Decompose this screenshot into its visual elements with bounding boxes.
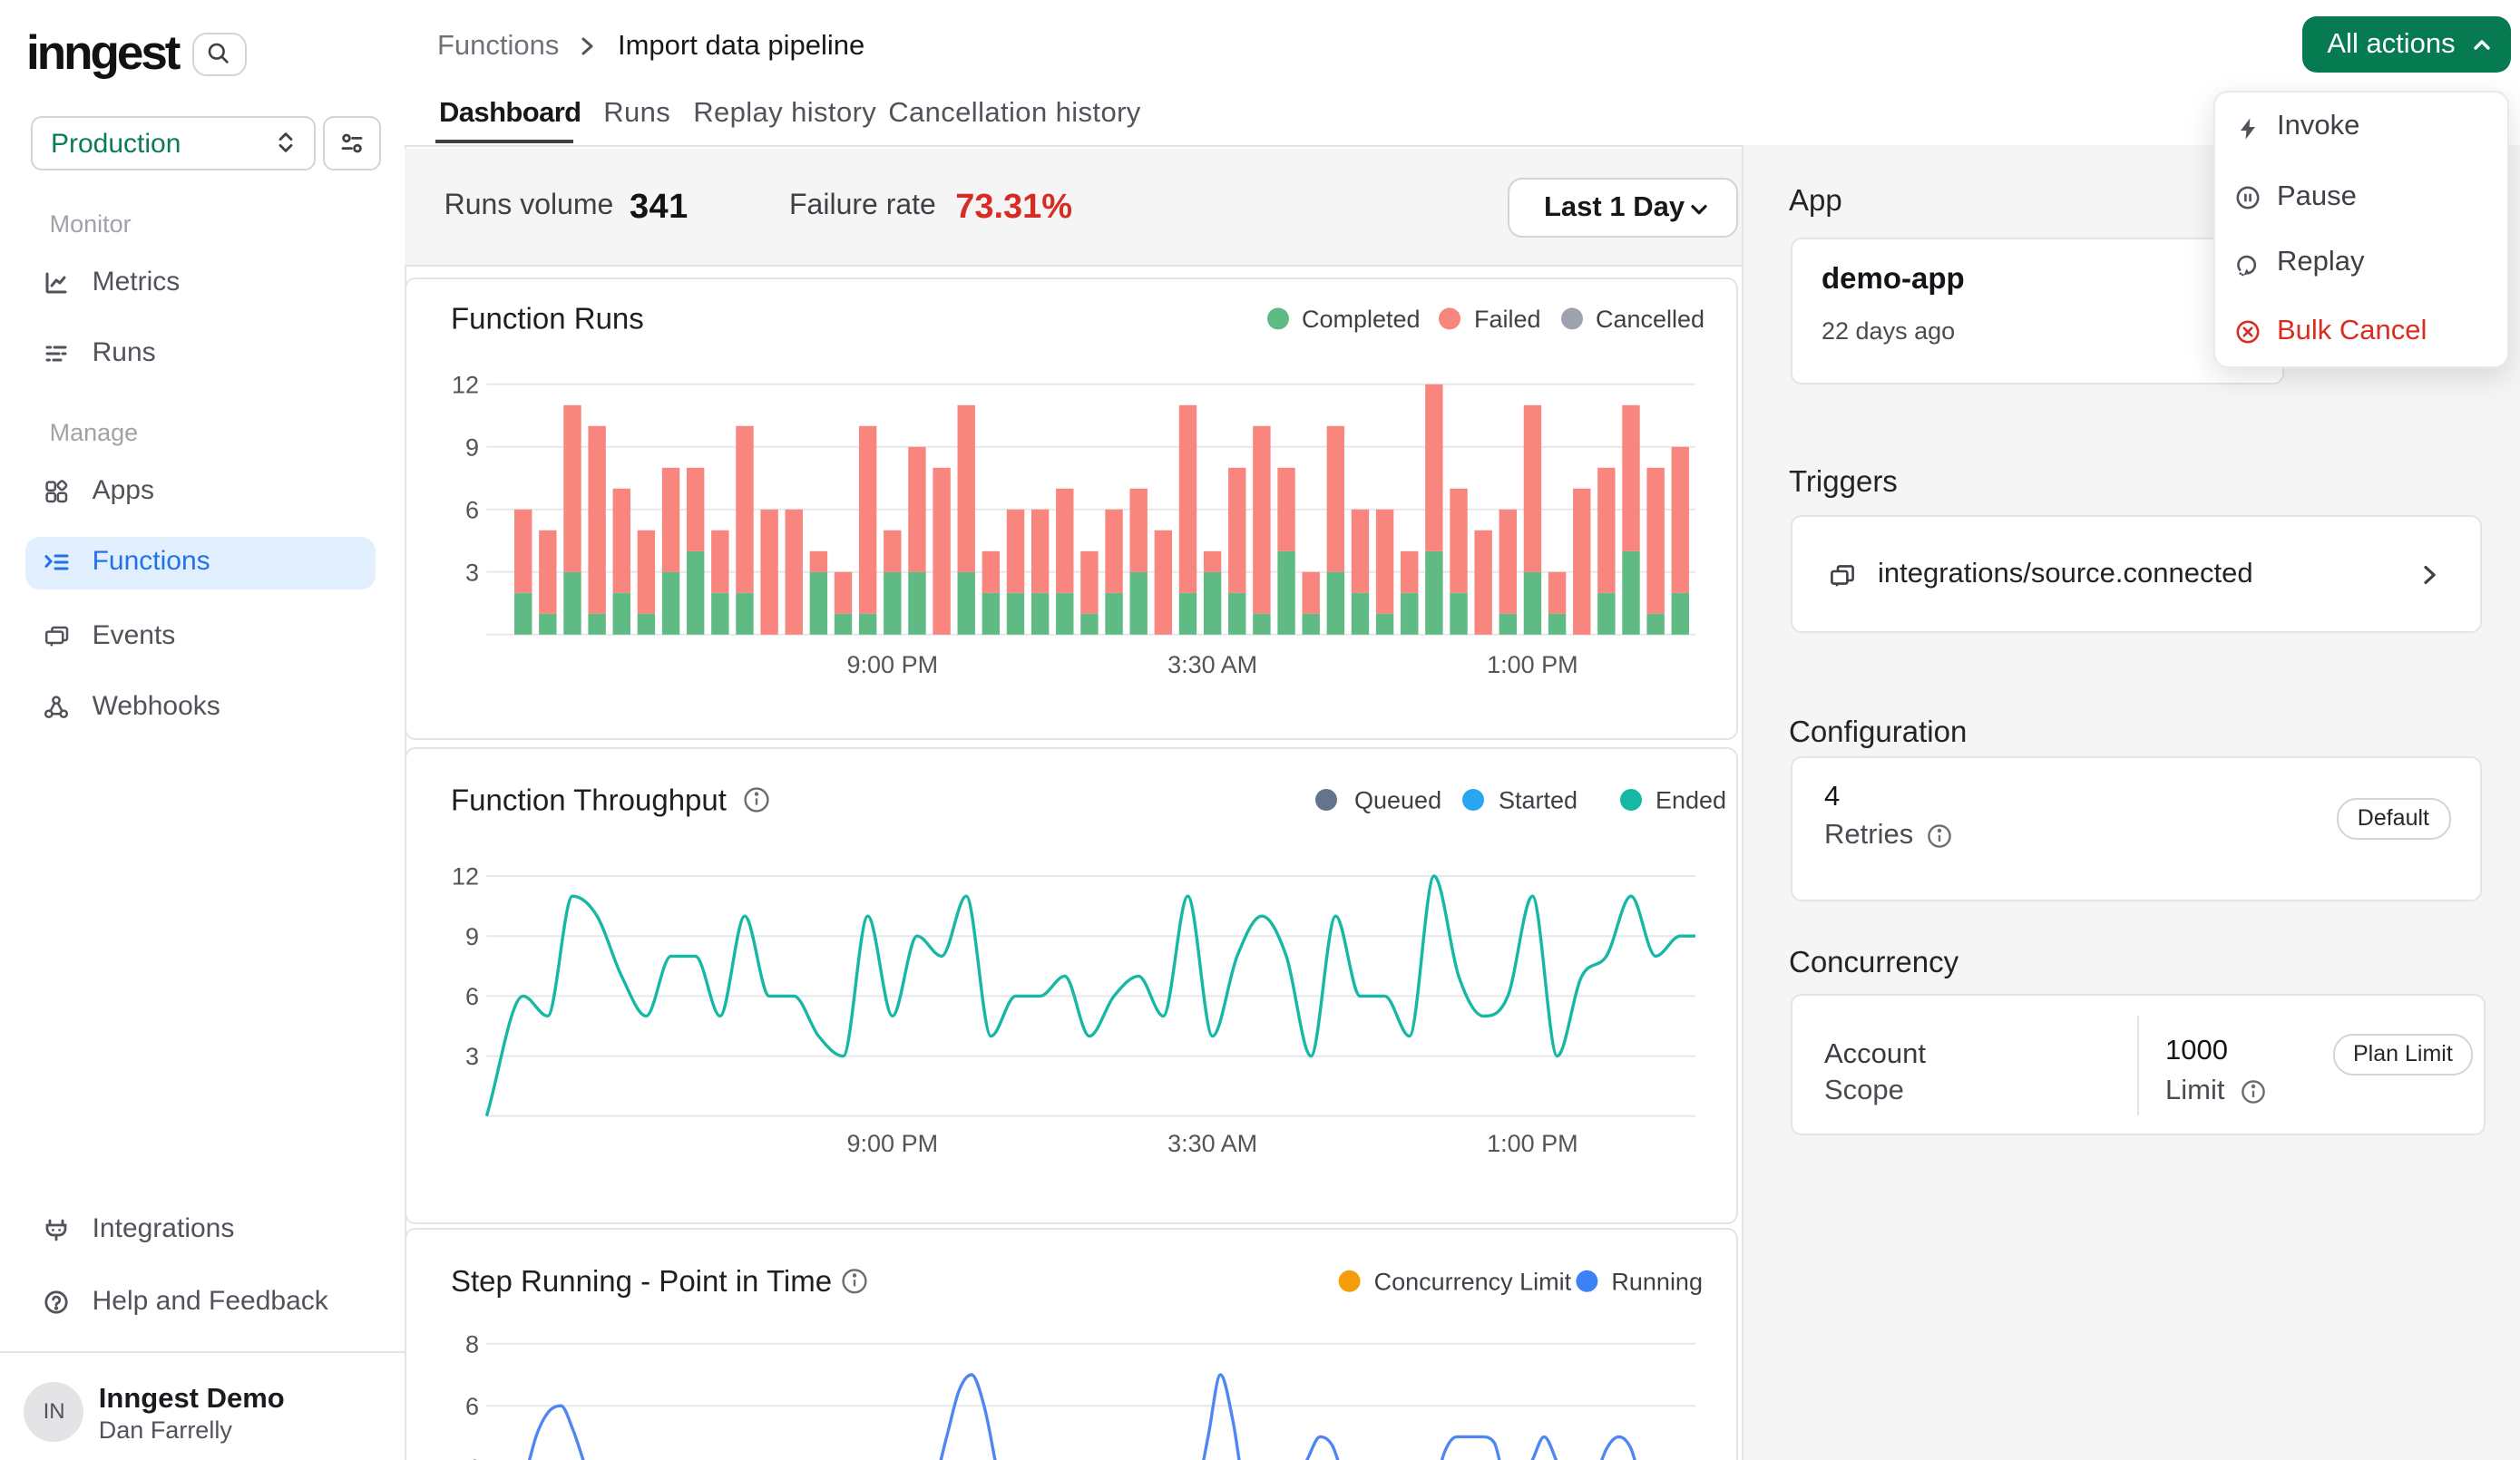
svg-text:Function Throughput: Function Throughput: [450, 783, 726, 816]
svg-text:Failed: Failed: [1473, 306, 1540, 333]
svg-text:Completed: Completed: [1301, 306, 1420, 333]
svg-text:4: 4: [464, 1455, 478, 1460]
svg-text:12: 12: [451, 863, 478, 891]
svg-text:8: 8: [464, 1330, 478, 1358]
svg-text:Step Running - Point in Time: Step Running - Point in Time: [450, 1264, 831, 1298]
svg-text:Cancelled: Cancelled: [1595, 306, 1704, 333]
svg-text:6: 6: [464, 1393, 478, 1420]
svg-text:9:00 PM: 9:00 PM: [846, 651, 938, 678]
svg-text:1:00 PM: 1:00 PM: [1486, 651, 1577, 678]
svg-text:Concurrency Limit: Concurrency Limit: [1373, 1268, 1571, 1295]
svg-text:Function Runs: Function Runs: [450, 301, 643, 335]
svg-text:Started: Started: [1498, 787, 1577, 814]
svg-text:3:30 AM: 3:30 AM: [1167, 1130, 1256, 1157]
svg-text:9: 9: [464, 433, 478, 461]
svg-text:3: 3: [464, 559, 478, 586]
svg-text:6: 6: [464, 496, 478, 523]
svg-text:9: 9: [464, 923, 478, 950]
svg-text:1:00 PM: 1:00 PM: [1486, 1130, 1577, 1157]
svg-text:Queued: Queued: [1353, 787, 1441, 814]
svg-text:3:30 AM: 3:30 AM: [1167, 651, 1256, 678]
svg-text:Ended: Ended: [1655, 787, 1725, 814]
svg-text:9:00 PM: 9:00 PM: [846, 1130, 938, 1157]
svg-text:6: 6: [464, 983, 478, 1010]
svg-text:12: 12: [451, 371, 478, 398]
svg-text:Running: Running: [1610, 1268, 1702, 1295]
svg-text:3: 3: [464, 1043, 478, 1070]
